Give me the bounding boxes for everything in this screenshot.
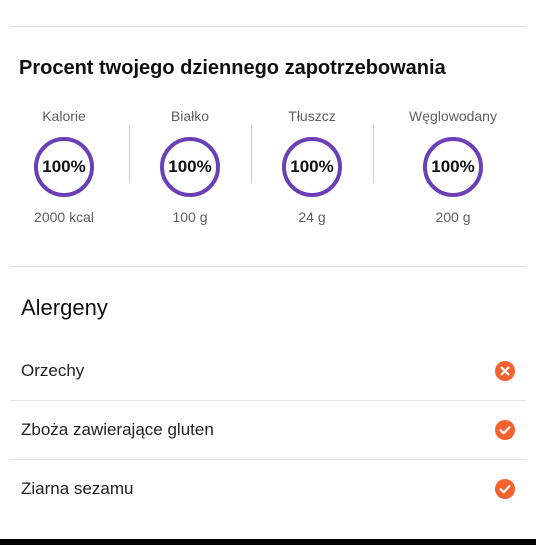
nutrient-amount: 100 g [172, 209, 208, 225]
percent-ring: 100% [423, 137, 483, 197]
percent-value: 100% [168, 157, 212, 176]
allergen-row-sesame: Ziarna sezamu [10, 459, 526, 518]
nutrient-calories: Kalorie 100% 2000 kcal [0, 106, 129, 227]
percent-value: 100% [290, 157, 334, 176]
percent-value: 100% [431, 157, 475, 176]
allergens-title: Alergeny [21, 295, 108, 320]
percent-ring: 100% [34, 137, 94, 197]
nutrition-screen: Procent twojego dziennego zapotrzebowani… [0, 0, 536, 545]
nutrient-amount: 24 g [298, 209, 326, 225]
allergen-row-gluten: Zboża zawierające gluten [10, 400, 526, 459]
nutrient-carbs: Węglowodany 100% 200 g [388, 106, 518, 227]
percent-value: 100% [42, 157, 86, 176]
allergen-name: Zboża zawierające gluten [21, 420, 214, 439]
daily-needs-title: Procent twojego dziennego zapotrzebowani… [19, 57, 446, 79]
column-separator [373, 125, 374, 183]
nutrient-label: Tłuszcz [288, 108, 336, 124]
nutrient-amount: 200 g [435, 209, 471, 225]
allergen-name: Ziarna sezamu [21, 479, 134, 498]
check-circle-icon [495, 420, 515, 440]
nutrient-label: Węglowodany [409, 108, 497, 124]
bottom-bar [0, 539, 536, 545]
nutrient-amount: 2000 kcal [34, 209, 94, 225]
nutrient-label: Kalorie [42, 108, 86, 124]
nutrient-summary: Kalorie 100% 2000 kcal Białko 100% 100 g… [0, 106, 536, 234]
nutrient-fat: Tłuszcz 100% 24 g [247, 106, 377, 227]
percent-ring: 100% [282, 137, 342, 197]
allergen-row-nuts: Orzechy [10, 341, 526, 400]
x-circle-icon [495, 360, 515, 381]
divider [10, 266, 526, 267]
check-circle-icon [495, 479, 515, 499]
percent-ring: 100% [160, 137, 220, 197]
allergen-list: Orzechy Zboża zawierające gluten Ziarna … [10, 341, 526, 518]
nutrient-protein: Białko 100% 100 g [125, 106, 255, 227]
allergen-name: Orzechy [21, 360, 85, 380]
nutrient-label: Białko [170, 108, 210, 124]
divider [10, 26, 526, 27]
